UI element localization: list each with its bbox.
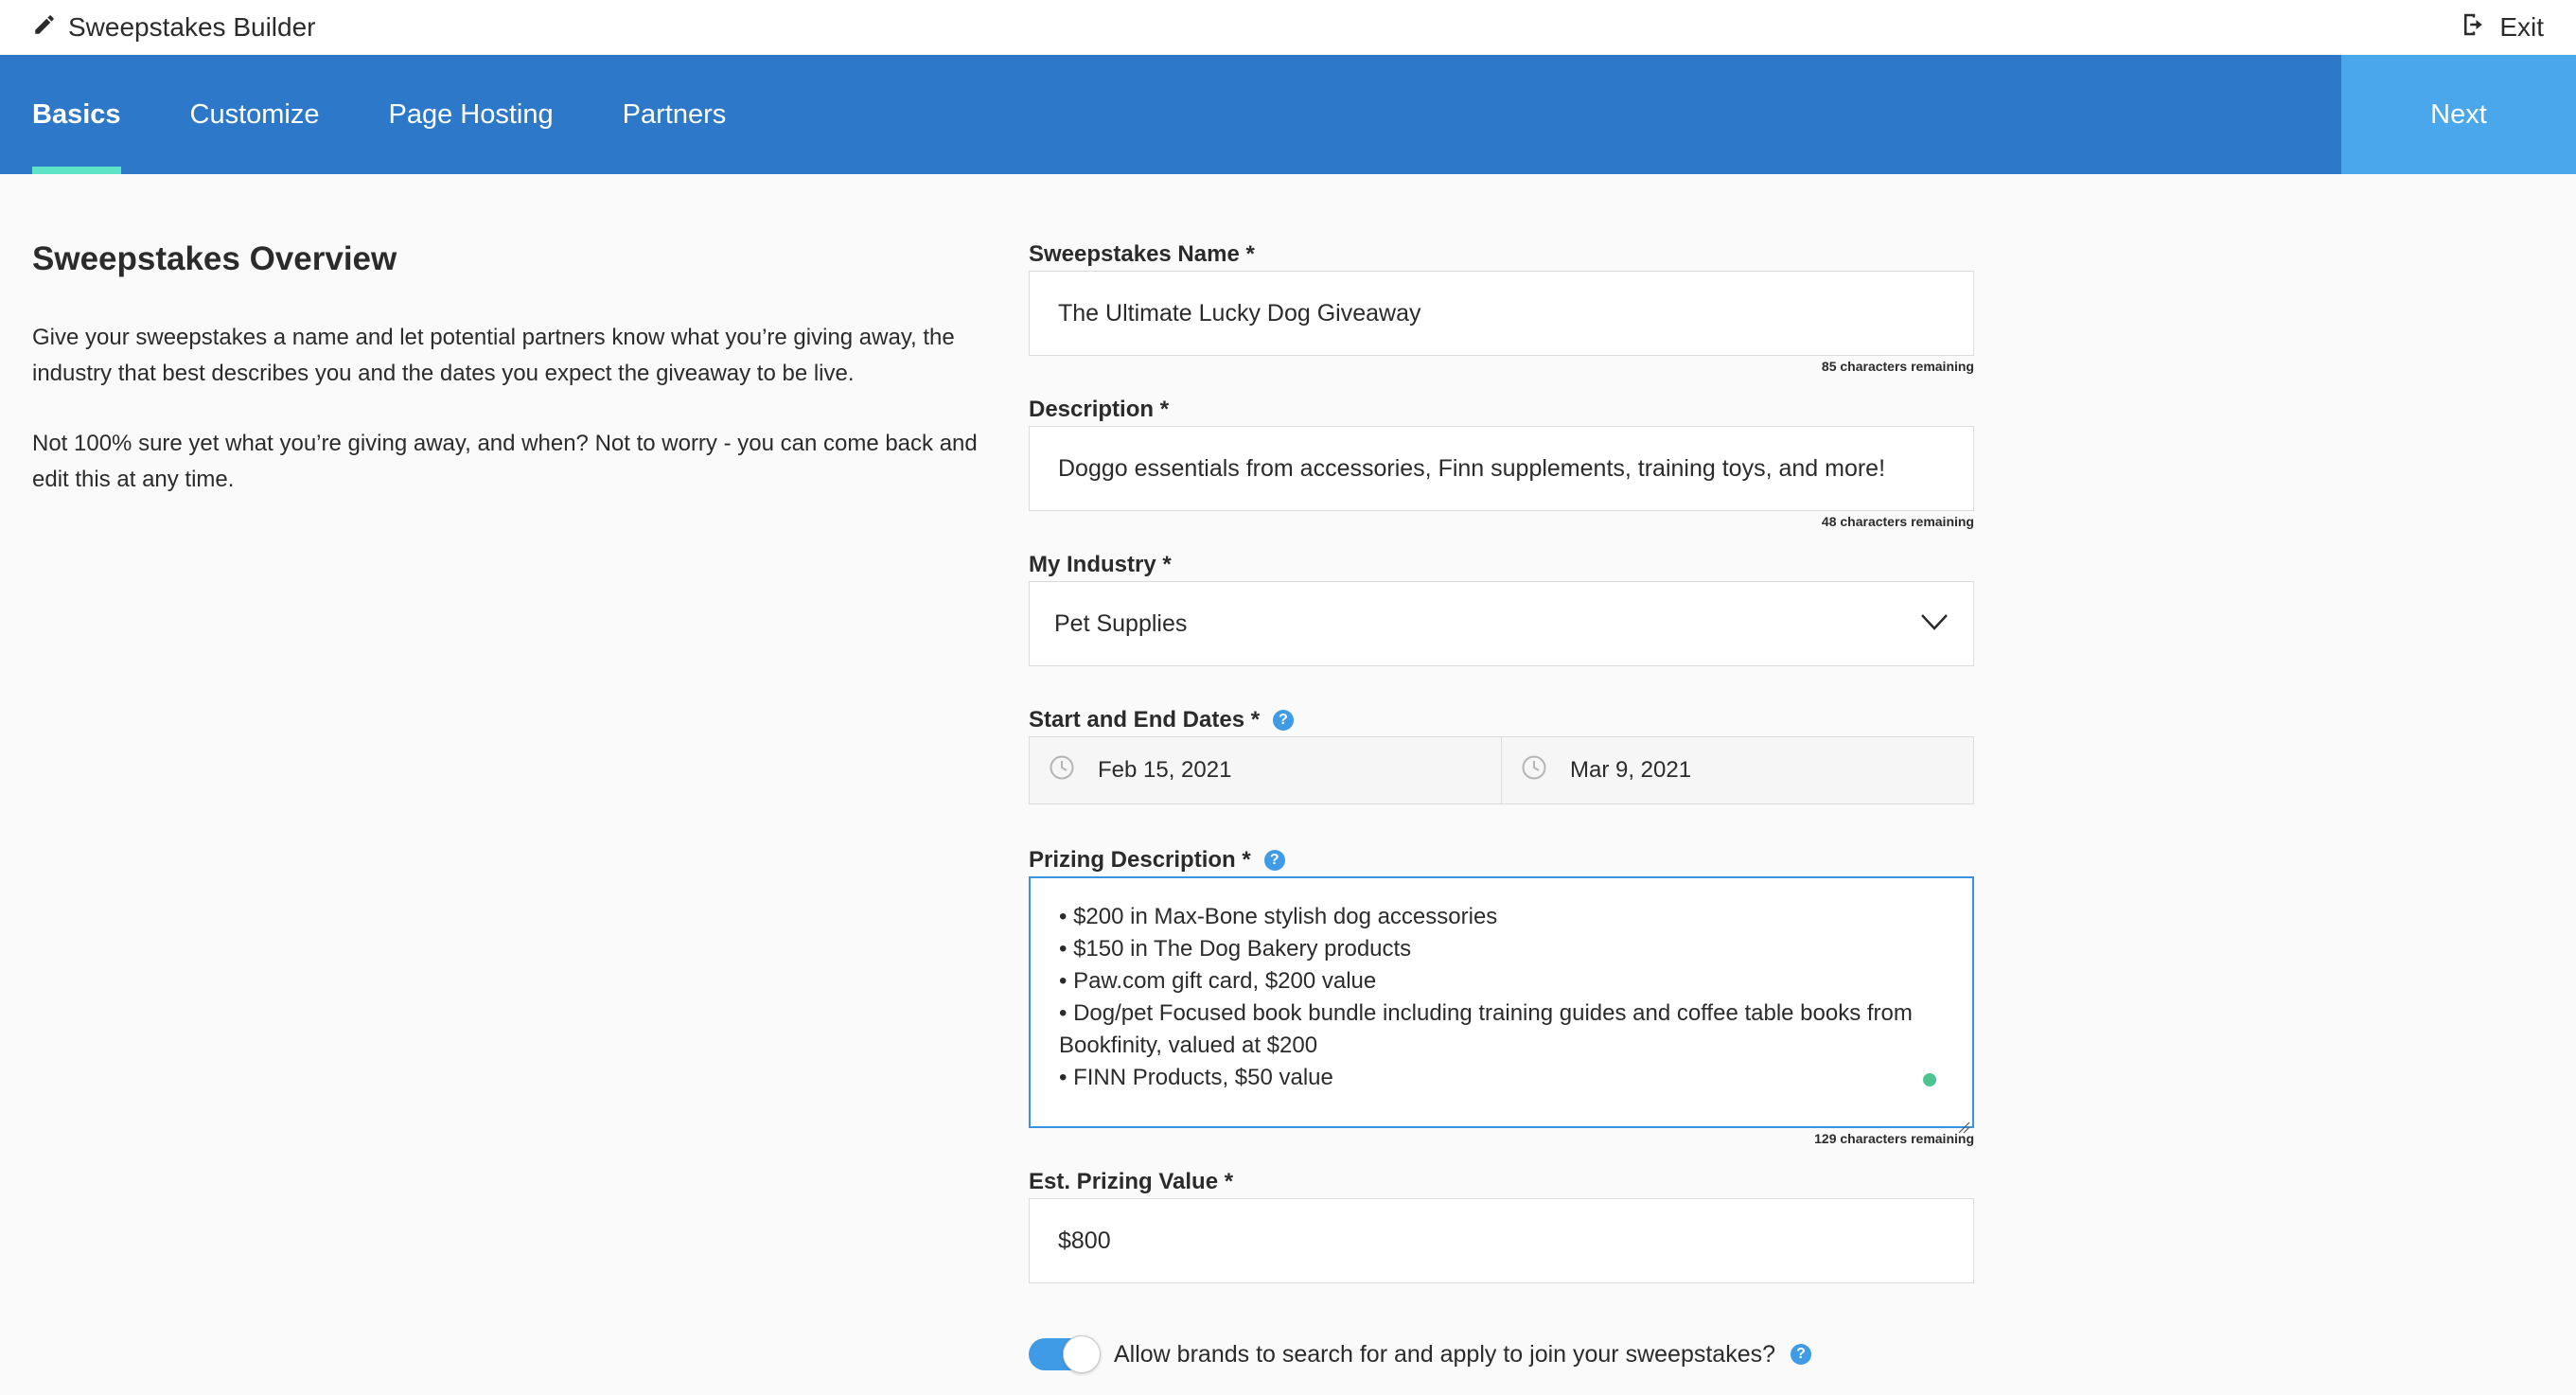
industry-label: My Industry * [1029, 549, 1974, 581]
industry-value: Pet Supplies [1054, 609, 1188, 637]
value-label: Est. Prizing Value * [1029, 1166, 1974, 1198]
prizing-line: • Dog/pet Focused book bundle including … [1059, 1000, 1913, 1058]
industry-select[interactable]: Pet Supplies [1029, 581, 1974, 666]
exit-label: Exit [2499, 12, 2544, 42]
name-label-text: Sweepstakes Name * [1029, 241, 1255, 267]
overview-heading: Sweepstakes Overview [32, 240, 397, 277]
clock-icon [1049, 754, 1075, 787]
prizing-help-icon[interactable]: ? [1263, 850, 1285, 871]
overview-paragraph-2: Not 100% sure yet what you’re giving awa… [32, 431, 978, 492]
exit-button[interactable]: Exit [2460, 10, 2544, 45]
allow-brands-row: Allow brands to search for and apply to … [1029, 1335, 1974, 1373]
pencil-icon [32, 12, 57, 44]
name-remaining: 85 characters remaining [1821, 359, 1974, 374]
tab-list: Basics Customize Page Hosting Partners [0, 55, 2341, 174]
prizing-value-input[interactable]: $800 [1029, 1198, 1974, 1283]
industry-label-text: My Industry * [1029, 552, 1172, 577]
app-brand: Sweepstakes Builder [32, 12, 315, 44]
dates-label-text: Start and End Dates * [1029, 707, 1261, 733]
prizing-remaining: 129 characters remaining [1814, 1131, 1974, 1146]
sweepstakes-form: Sweepstakes Name * The Ultimate Lucky Do… [1029, 238, 1974, 1373]
prizing-description-textarea[interactable]: • $200 in Max-Bone stylish dog accessori… [1029, 876, 1974, 1134]
description-remaining: 48 characters remaining [1821, 514, 1974, 529]
dates-label: Start and End Dates * ? [1029, 704, 1974, 736]
overview-section: Sweepstakes Overview Give your sweepstak… [32, 240, 979, 532]
allow-brands-toggle[interactable] [1029, 1335, 1101, 1373]
start-date-value: Feb 15, 2021 [1098, 757, 1232, 783]
tab-customize[interactable]: Customize [190, 55, 320, 174]
clock-icon [1521, 754, 1547, 787]
dates-help-icon[interactable]: ? [1273, 710, 1295, 731]
chevron-down-icon [1920, 610, 1949, 638]
toggle-knob [1063, 1335, 1101, 1373]
nav-bar: Basics Customize Page Hosting Partners N… [0, 55, 2576, 174]
prizing-line: • Paw.com gift card, $200 value [1059, 968, 1377, 994]
next-button[interactable]: Next [2341, 55, 2576, 174]
prizing-line: • FINN Products, $50 value [1059, 1065, 1333, 1090]
tab-partners[interactable]: Partners [623, 55, 727, 174]
top-bar: Sweepstakes Builder Exit [0, 0, 2576, 55]
prizing-line: • $200 in Max-Bone stylish dog accessori… [1059, 904, 1498, 929]
name-label: Sweepstakes Name * [1029, 238, 1974, 271]
tab-basics[interactable]: Basics [32, 55, 121, 174]
sweepstakes-name-input[interactable]: The Ultimate Lucky Dog Giveaway [1029, 271, 1974, 356]
resize-handle-icon[interactable] [1957, 1111, 1970, 1134]
start-date-input[interactable]: Feb 15, 2021 [1030, 737, 1501, 803]
status-dot-icon [1923, 1073, 1936, 1086]
prizing-label-text: Prizing Description * [1029, 847, 1251, 873]
allow-brands-help-icon[interactable]: ? [1791, 1344, 1811, 1365]
value-label-text: Est. Prizing Value * [1029, 1169, 1234, 1194]
description-label-text: Description * [1029, 397, 1170, 422]
end-date-input[interactable]: Mar 9, 2021 [1501, 737, 1973, 803]
overview-paragraph-1: Give your sweepstakes a name and let pot… [32, 325, 955, 386]
allow-brands-label: Allow brands to search for and apply to … [1114, 1340, 1775, 1368]
prizing-line: • $150 in The Dog Bakery products [1059, 936, 1412, 962]
prizing-label: Prizing Description * ? [1029, 844, 1974, 876]
end-date-value: Mar 9, 2021 [1570, 757, 1692, 783]
description-label: Description * [1029, 394, 1974, 426]
description-input[interactable]: Doggo essentials from accessories, Finn … [1029, 426, 1974, 511]
tab-page-hosting[interactable]: Page Hosting [389, 55, 554, 174]
exit-icon [2460, 10, 2488, 45]
app-title: Sweepstakes Builder [68, 12, 316, 42]
date-range: Feb 15, 2021 Mar 9, 2021 [1029, 736, 1974, 804]
